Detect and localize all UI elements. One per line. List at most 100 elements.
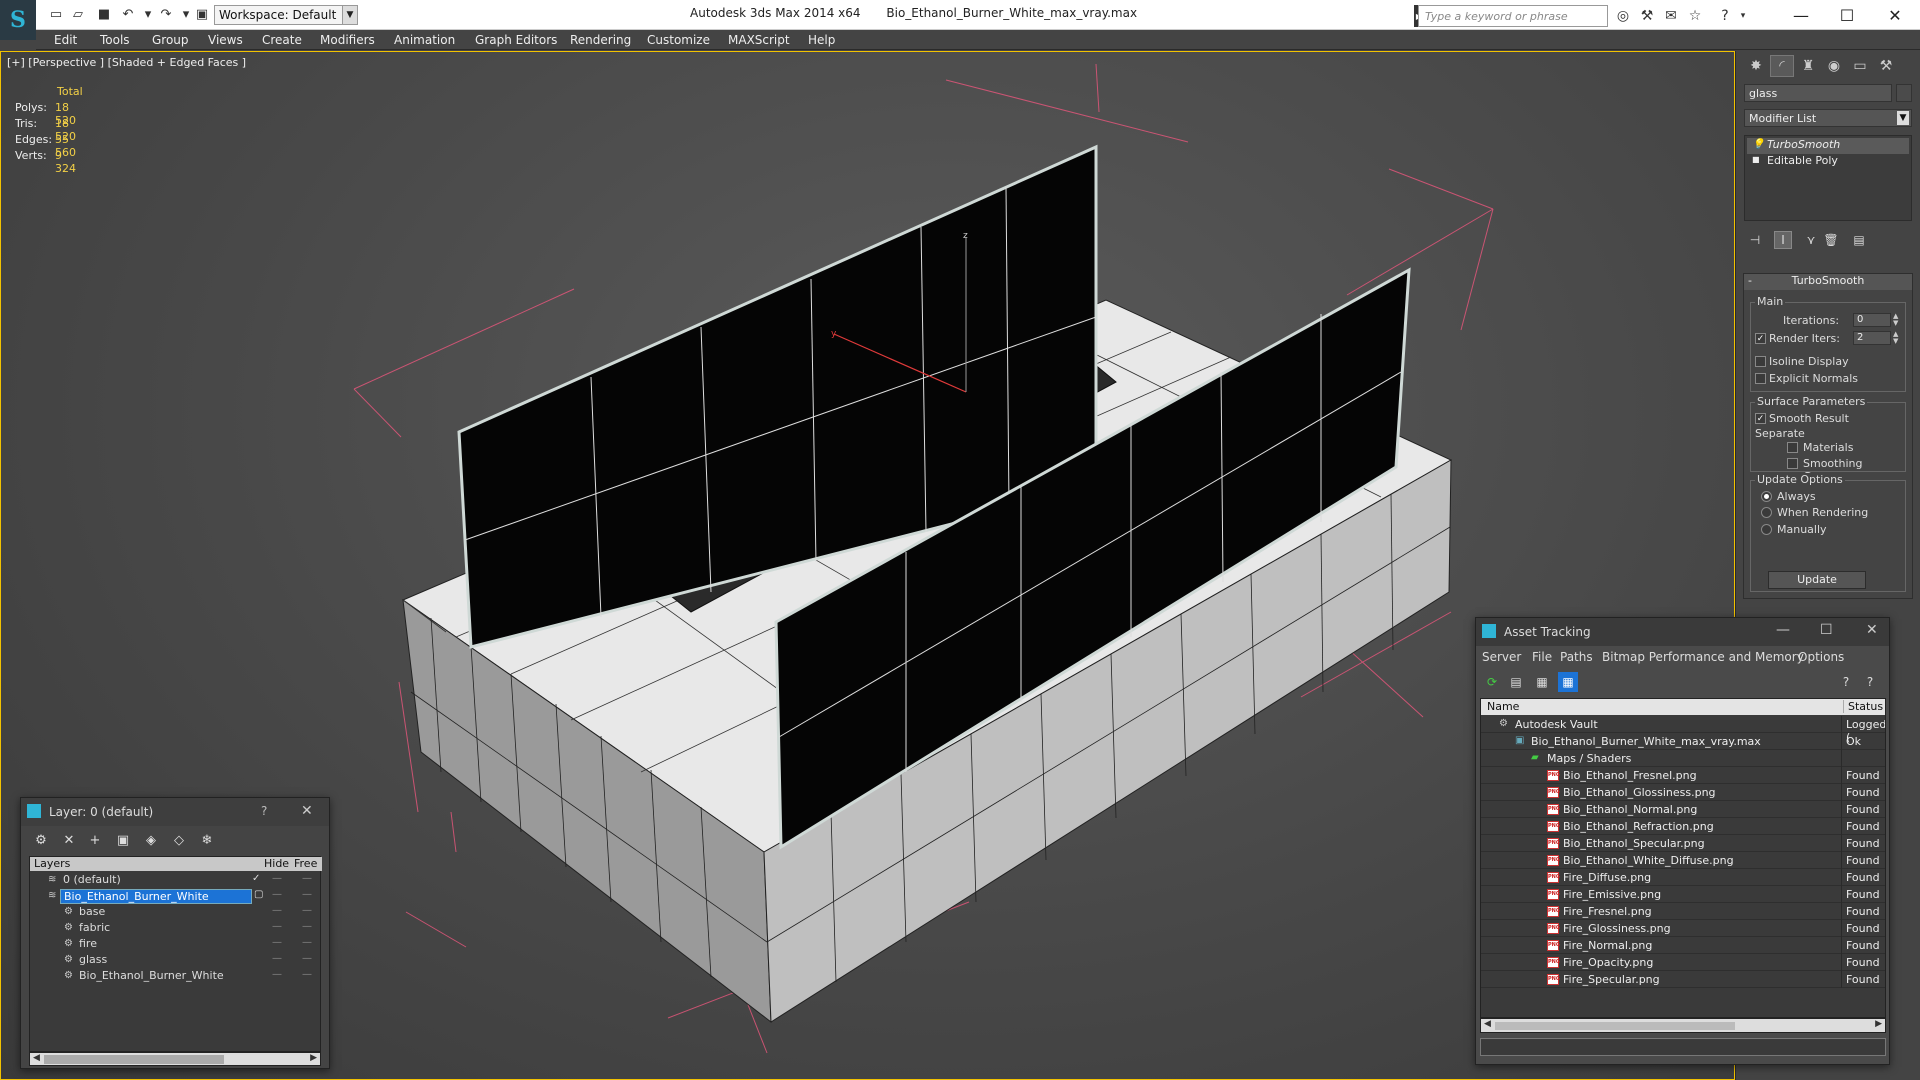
make-unique-icon[interactable]: ⋎ bbox=[1802, 231, 1820, 249]
help-icon[interactable]: ? bbox=[1860, 672, 1880, 692]
asset-horizontal-scrollbar[interactable]: ◀ ▶ bbox=[1480, 1018, 1886, 1033]
lightbulb-icon[interactable]: 💡 bbox=[1752, 139, 1764, 150]
menu-animation[interactable]: Animation bbox=[394, 33, 455, 47]
menu-graph-editors[interactable]: Graph Editors bbox=[475, 33, 557, 47]
menu-tools[interactable]: Tools bbox=[100, 33, 130, 47]
update-button[interactable]: Update bbox=[1768, 571, 1866, 589]
help-button[interactable]: ? bbox=[261, 804, 267, 818]
asset-row[interactable]: PNG Bio_Ethanol_Glossiness.png Found bbox=[1481, 784, 1885, 801]
asset-row[interactable]: PNG Bio_Ethanol_Specular.png Found bbox=[1481, 835, 1885, 852]
select-objects-icon[interactable]: ▣ bbox=[113, 830, 133, 850]
smooth-result-checkbox[interactable]: ✓ bbox=[1755, 413, 1766, 424]
layer-row[interactable]: ⚙ base — — bbox=[30, 905, 322, 921]
hide-toggle[interactable]: — bbox=[272, 953, 282, 964]
hide-toggle[interactable]: — bbox=[272, 873, 282, 884]
table-view-icon[interactable]: ▦ bbox=[1558, 672, 1578, 692]
scroll-right-icon[interactable]: ▶ bbox=[1875, 1019, 1882, 1029]
materials-checkbox[interactable] bbox=[1787, 442, 1798, 453]
menu-rendering[interactable]: Rendering bbox=[570, 33, 631, 47]
project-folder-icon[interactable]: ▣ bbox=[194, 6, 210, 22]
scrollbar-thumb[interactable] bbox=[1495, 1022, 1735, 1030]
menu-edit[interactable]: Edit bbox=[54, 33, 77, 47]
asset-row[interactable]: ▰ Maps / Shaders bbox=[1481, 750, 1885, 767]
undo-dropdown-icon[interactable]: ▾ bbox=[140, 6, 156, 22]
motion-tab-icon[interactable]: ◉ bbox=[1822, 55, 1846, 77]
hide-toggle[interactable]: — bbox=[272, 969, 282, 980]
save-file-icon[interactable]: ■ bbox=[96, 6, 112, 22]
display-tab-icon[interactable]: ▭ bbox=[1848, 55, 1872, 77]
asset-window-titlebar[interactable]: Asset Tracking — ☐ ✕ bbox=[1476, 618, 1889, 646]
close-button[interactable]: ✕ bbox=[1872, 0, 1918, 30]
open-file-icon[interactable]: ▱ bbox=[70, 6, 86, 22]
always-radio[interactable] bbox=[1761, 491, 1772, 502]
layer-box-icon[interactable]: ▢ bbox=[254, 889, 263, 900]
asset-row[interactable]: ⚙ Autodesk Vault Logged ( bbox=[1481, 716, 1885, 744]
modifier-list-dropdown[interactable]: Modifier List ▼ bbox=[1744, 109, 1912, 127]
isoline-display-checkbox[interactable] bbox=[1755, 356, 1766, 367]
communication-icon[interactable]: ✉ bbox=[1662, 7, 1680, 25]
column-header-name[interactable]: Name bbox=[1487, 700, 1519, 713]
minimize-button[interactable]: — bbox=[1776, 622, 1790, 638]
render-iters-checkbox[interactable]: ✓ bbox=[1755, 333, 1766, 344]
help-dropdown-icon[interactable]: ▾ bbox=[1734, 7, 1752, 25]
freeze-toggle[interactable]: — bbox=[302, 921, 312, 932]
asset-row[interactable]: PNG Bio_Ethanol_White_Diffuse.png Found bbox=[1481, 852, 1885, 869]
asset-row[interactable]: PNG Fire_Diffuse.png Found bbox=[1481, 869, 1885, 886]
remove-modifier-icon[interactable]: 🗑 bbox=[1822, 231, 1840, 249]
asset-menu-options[interactable]: Options bbox=[1798, 650, 1844, 664]
stack-item-turbosmooth[interactable]: 💡 TurboSmooth bbox=[1747, 138, 1909, 154]
asset-menu-bitmap-performance[interactable]: Bitmap Performance and Memory bbox=[1602, 650, 1804, 664]
layer-horizontal-scrollbar[interactable]: ◀ ▶ bbox=[29, 1052, 321, 1066]
menu-customize[interactable]: Customize bbox=[647, 33, 710, 47]
layer-window-titlebar[interactable]: Layer: 0 (default) ? ✕ bbox=[21, 798, 329, 826]
freeze-toggle[interactable]: — bbox=[302, 905, 312, 916]
asset-menu-paths[interactable]: Paths bbox=[1560, 650, 1593, 664]
add-to-layer-icon[interactable]: + bbox=[85, 830, 105, 850]
scroll-left-icon[interactable]: ◀ bbox=[1484, 1019, 1491, 1029]
show-end-result-icon[interactable]: I bbox=[1774, 231, 1792, 249]
asset-row[interactable]: PNG Fire_Emissive.png Found bbox=[1481, 886, 1885, 903]
spinner-arrows-icon[interactable]: ▲ ▼ bbox=[1893, 331, 1901, 345]
column-header-status[interactable]: Status bbox=[1843, 700, 1883, 713]
asset-row[interactable]: PNG Fire_Fresnel.png Found bbox=[1481, 903, 1885, 920]
menu-modifiers[interactable]: Modifiers bbox=[320, 33, 375, 47]
layer-row[interactable]: ≋ Bio_Ethanol_Burner_White ▢ — — bbox=[30, 889, 322, 905]
active-layer-check-icon[interactable]: ✓ bbox=[252, 873, 260, 884]
create-tab-icon[interactable]: ✸ bbox=[1744, 55, 1768, 77]
scroll-right-icon[interactable]: ▶ bbox=[310, 1053, 317, 1063]
highlight-layer-icon[interactable]: ◈ bbox=[141, 830, 161, 850]
iterations-spinner[interactable]: 0 bbox=[1853, 313, 1891, 327]
hide-all-icon[interactable]: ◇ bbox=[169, 830, 189, 850]
explicit-normals-checkbox[interactable] bbox=[1755, 373, 1766, 384]
manually-radio[interactable] bbox=[1761, 524, 1772, 535]
column-header-layers[interactable]: Layers bbox=[34, 857, 70, 870]
asset-menu-server[interactable]: Server bbox=[1482, 650, 1521, 664]
smoothing-groups-checkbox[interactable] bbox=[1787, 458, 1798, 469]
favorites-star-icon[interactable]: ☆ bbox=[1686, 7, 1704, 25]
help-icon[interactable]: ? bbox=[1716, 7, 1734, 25]
scroll-left-icon[interactable]: ◀ bbox=[33, 1053, 40, 1063]
layer-row[interactable]: ≋ 0 (default) ✓ — — bbox=[30, 873, 322, 889]
create-layer-icon[interactable]: ⚙ bbox=[31, 830, 51, 850]
menu-group[interactable]: Group bbox=[152, 33, 189, 47]
new-file-icon[interactable]: ▭ bbox=[48, 6, 64, 22]
close-icon[interactable]: ✕ bbox=[1866, 622, 1878, 638]
layer-row[interactable]: ⚙ glass — — bbox=[30, 953, 322, 969]
layer-row[interactable]: ⚙ Bio_Ethanol_Burner_White — — bbox=[30, 969, 322, 985]
undo-icon[interactable]: ↶ bbox=[120, 6, 136, 22]
column-header-freeze[interactable]: Free bbox=[294, 857, 317, 870]
layer-row[interactable]: ⚙ fabric — — bbox=[30, 921, 322, 937]
spinner-arrows-icon[interactable]: ▲ ▼ bbox=[1893, 313, 1901, 327]
help-query-icon[interactable]: ? bbox=[1836, 672, 1856, 692]
delete-layer-icon[interactable]: ✕ bbox=[59, 830, 79, 850]
stack-item-editable-poly[interactable]: ■ Editable Poly bbox=[1747, 154, 1909, 170]
maximize-button[interactable]: ☐ bbox=[1824, 0, 1870, 30]
app-menu-button[interactable]: S bbox=[0, 0, 36, 40]
layer-row[interactable]: ⚙ fire — — bbox=[30, 937, 322, 953]
freeze-toggle[interactable]: — bbox=[302, 953, 312, 964]
binoculars-icon[interactable]: ◎ bbox=[1614, 7, 1632, 25]
hide-toggle[interactable]: — bbox=[272, 921, 282, 932]
subscription-icon[interactable]: ⚒ bbox=[1638, 7, 1656, 25]
menu-views[interactable]: Views bbox=[208, 33, 243, 47]
viewport-label[interactable]: [+] [Perspective ] [Shaded + Edged Faces… bbox=[7, 56, 246, 69]
